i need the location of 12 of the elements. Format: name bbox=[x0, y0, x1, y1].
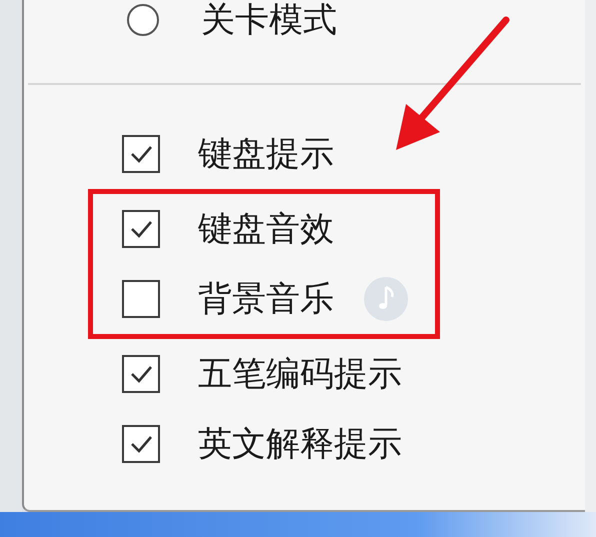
checkbox[interactable] bbox=[122, 210, 160, 248]
checkbox[interactable] bbox=[122, 280, 160, 318]
checkbox[interactable] bbox=[122, 425, 160, 463]
radio-button[interactable] bbox=[127, 4, 159, 36]
checkbox[interactable] bbox=[122, 135, 160, 173]
menu-item-label[interactable]: 键盘提示 bbox=[198, 134, 334, 174]
menu-item-label[interactable]: 关卡模式 bbox=[201, 0, 337, 40]
menu-item-label[interactable]: 键盘音效 bbox=[198, 209, 334, 249]
checkbox[interactable] bbox=[122, 355, 160, 393]
menu-item-label[interactable]: 背景音乐 bbox=[198, 279, 334, 319]
menu-item-label[interactable]: 英文解释提示 bbox=[198, 424, 402, 464]
menu-item-label[interactable]: 五笔编码提示 bbox=[198, 354, 402, 394]
